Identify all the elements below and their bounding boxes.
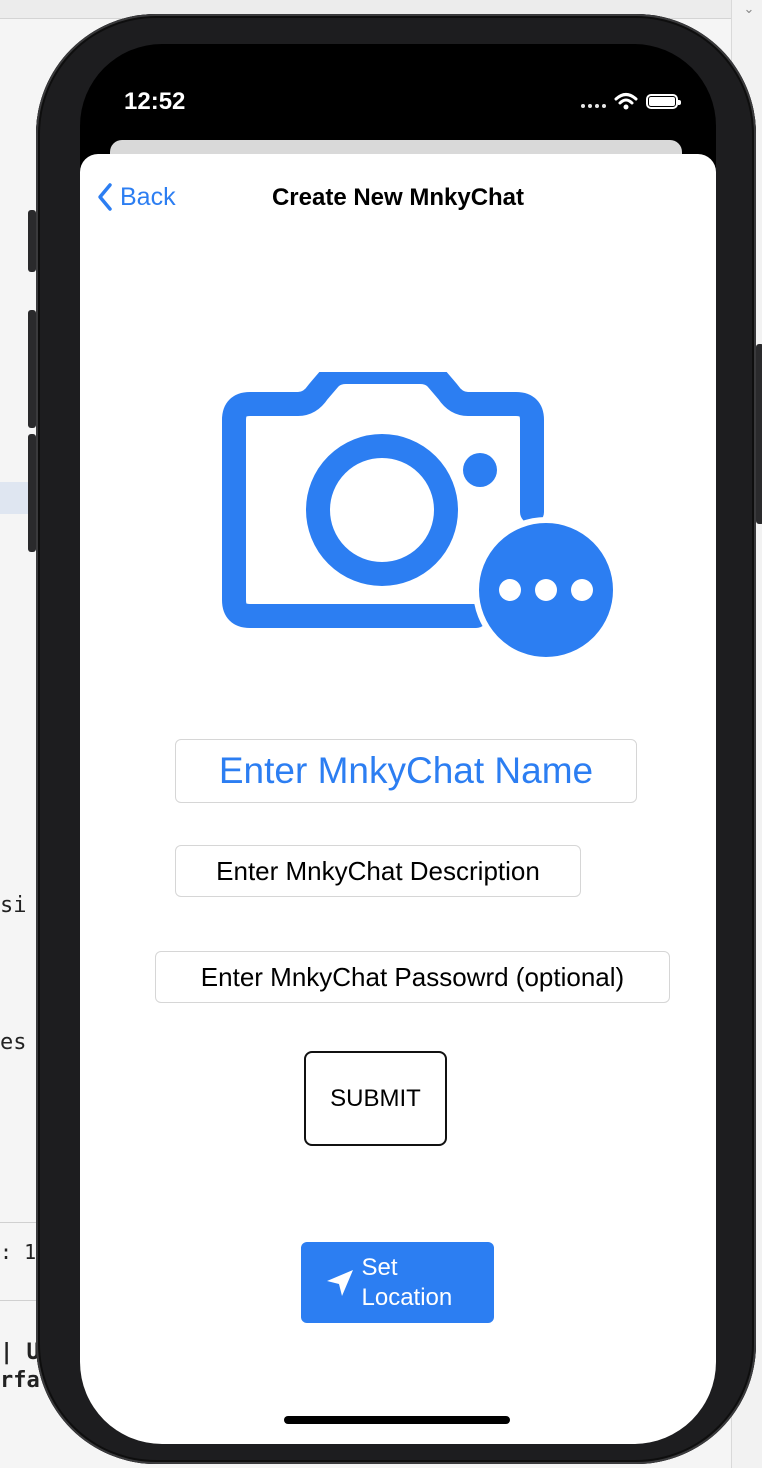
phone-frame: 12:52 Create New MnkyChat Back Enter Mnk… [28, 14, 762, 1464]
status-icons [581, 92, 681, 110]
code-fragment: es [0, 1030, 27, 1055]
chat-description-input[interactable]: Enter MnkyChat Description [175, 845, 581, 897]
back-label: Back [120, 182, 176, 211]
set-location-label-line2: Location [361, 1283, 453, 1311]
chevron-left-icon [98, 183, 112, 211]
chevron-down-icon[interactable]: ⌄ [742, 2, 756, 16]
code-fragment: rfa [0, 1368, 40, 1393]
volume-up-button [28, 310, 36, 428]
phone-screen: 12:52 Create New MnkyChat Back Enter Mnk… [80, 44, 716, 1444]
signal-icon [581, 94, 606, 108]
set-location-button[interactable]: Set Location [301, 1242, 494, 1323]
set-location-label-line1: Set [361, 1253, 398, 1281]
back-button[interactable]: Back [96, 182, 176, 212]
camera-more-icon[interactable] [206, 372, 622, 662]
set-location-label: Set Location [362, 1253, 472, 1313]
chat-name-input[interactable]: Enter MnkyChat Name [175, 739, 637, 803]
mute-switch [28, 210, 36, 272]
wifi-icon [614, 93, 638, 110]
chat-password-input[interactable]: Enter MnkyChat Passowrd (optional) [155, 951, 670, 1003]
submit-button[interactable]: SUBMIT [304, 1051, 447, 1146]
power-button [756, 344, 762, 524]
location-arrow-icon [326, 1269, 353, 1296]
battery-icon [646, 93, 681, 109]
code-fragment: | U [0, 1340, 40, 1365]
volume-down-button [28, 434, 36, 552]
code-fragment: si [0, 893, 27, 918]
status-time: 12:52 [124, 88, 186, 115]
modal-sheet: Create New MnkyChat Back Enter MnkyChat … [80, 154, 716, 1444]
home-indicator [284, 1416, 510, 1424]
